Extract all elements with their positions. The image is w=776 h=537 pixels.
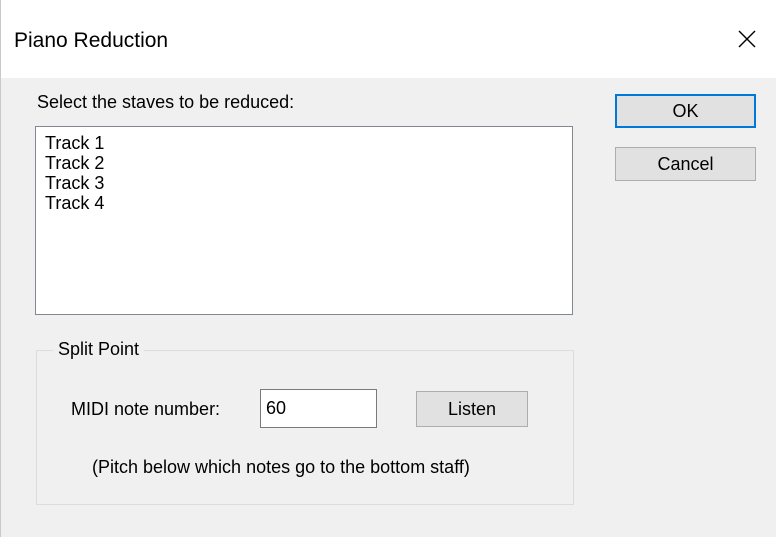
list-item-track-3[interactable]: Track 3	[45, 173, 563, 193]
split-point-group-title: Split Point	[53, 339, 145, 360]
split-point-hint: (Pitch below which notes go to the botto…	[92, 457, 470, 477]
midi-note-number-label: MIDI note number:	[71, 399, 221, 419]
list-item-track-1[interactable]: Track 1	[45, 133, 563, 153]
title-bar: Piano Reduction	[1, 0, 776, 78]
ok-button[interactable]: OK	[615, 94, 756, 128]
desktop: Piano Reduction Select the staves to be …	[0, 0, 776, 537]
dialog-title: Piano Reduction	[14, 29, 169, 52]
staves-prompt-label: Select the staves to be reduced:	[37, 92, 295, 112]
list-item-track-2[interactable]: Track 2	[45, 153, 563, 173]
listen-button[interactable]: Listen	[416, 391, 528, 427]
staves-listbox[interactable]: Track 1 Track 2 Track 3 Track 4	[35, 126, 573, 315]
close-button[interactable]	[717, 14, 776, 64]
midi-note-number-input[interactable]	[260, 389, 377, 428]
list-item-track-4[interactable]: Track 4	[45, 193, 563, 213]
dialog-content: Select the staves to be reduced: Track 1…	[1, 78, 776, 537]
cancel-button[interactable]: Cancel	[615, 147, 756, 181]
split-point-group: Split Point MIDI note number: Listen (Pi…	[36, 339, 574, 505]
close-icon	[738, 30, 756, 48]
piano-reduction-dialog: Piano Reduction Select the staves to be …	[0, 0, 776, 537]
